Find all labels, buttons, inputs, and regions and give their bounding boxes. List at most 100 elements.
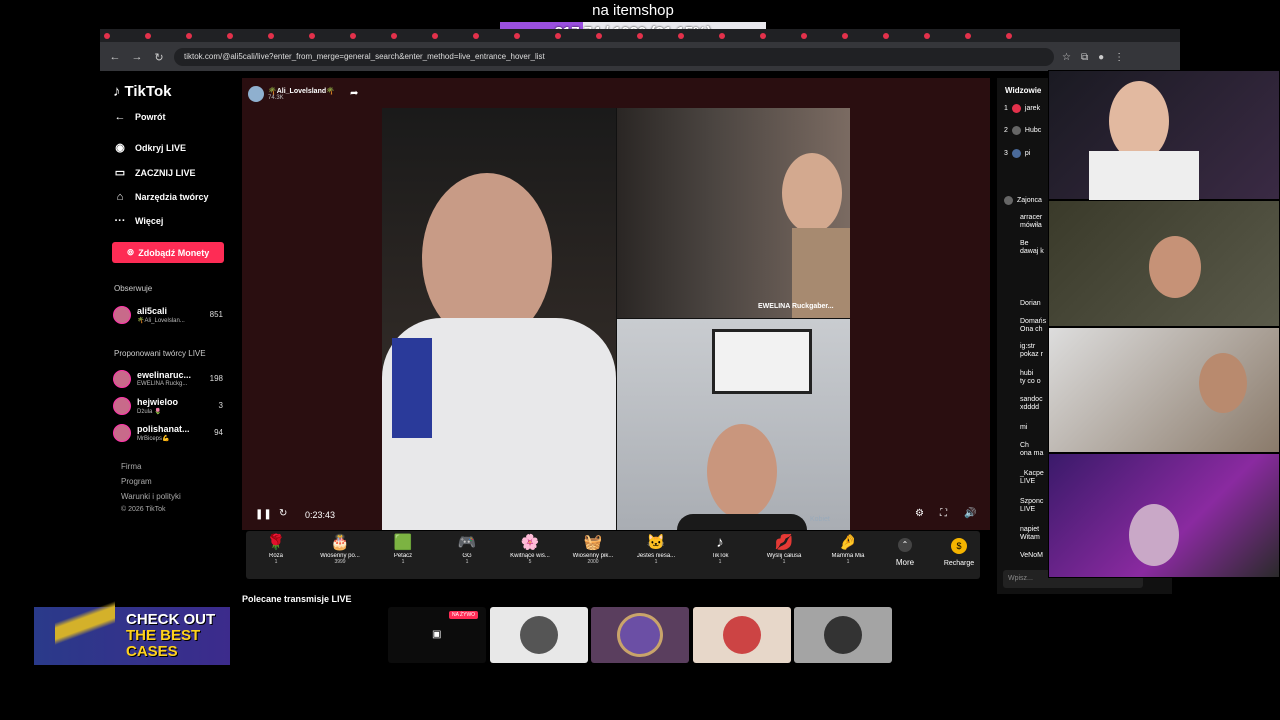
refresh-icon[interactable]: ↻	[279, 508, 287, 519]
settings-gear-icon[interactable]: ⚙	[915, 508, 924, 519]
chat-message: Be dawaj k	[1020, 240, 1044, 255]
browser-tab[interactable]	[227, 31, 265, 40]
volume-icon[interactable]: 🔊	[964, 508, 976, 519]
browser-tab[interactable]	[842, 31, 880, 40]
tiktok-logo[interactable]: ♪ TikTok	[113, 83, 171, 100]
forward-icon[interactable]: →	[130, 51, 144, 63]
rose-icon: 🌹	[266, 534, 286, 551]
suggested-account[interactable]: ewelinaruc... EWELINA Ruckg... 198	[113, 370, 223, 394]
live-badge: NA ŻYWO	[449, 611, 479, 619]
recharge-button[interactable]: $ Recharge	[937, 538, 981, 567]
browser-tab[interactable]	[883, 31, 921, 40]
chat-message: napiet Witam	[1020, 526, 1040, 541]
browser-tab[interactable]	[104, 31, 142, 40]
host-name[interactable]: 🌴Ali_Lovelsland🌴	[268, 87, 335, 95]
share-icon[interactable]: ➦	[350, 88, 358, 99]
tab-favicon-icon	[514, 32, 520, 39]
knife-icon	[55, 578, 115, 668]
avatar	[113, 424, 131, 442]
browser-tab[interactable]	[801, 31, 839, 40]
browser-tab[interactable]	[760, 31, 798, 40]
pause-icon[interactable]: ❚❚	[255, 509, 272, 520]
browser-tab[interactable]	[555, 31, 593, 40]
reload-icon[interactable]: ↻	[152, 51, 166, 64]
nav-discover-live[interactable]: ◉ Odkryj LIVE	[113, 141, 186, 154]
viewer-row[interactable]: 2 Hubc	[1004, 126, 1041, 135]
more-gifts-button[interactable]: ⌃ More	[893, 538, 917, 567]
browser-tab[interactable]	[350, 31, 388, 40]
host-avatar[interactable]	[248, 86, 264, 102]
nav-creator-tools[interactable]: ⌂ Narzędzia twórcy	[113, 191, 209, 203]
blossom-icon: 🌸	[520, 534, 540, 551]
suggested-account[interactable]: hejwieloo Dżula 🌷 3	[113, 397, 223, 421]
nav-back[interactable]: ← Powrót	[113, 111, 166, 123]
footer-link[interactable]: Program	[121, 477, 152, 486]
browser-tab[interactable]	[719, 31, 757, 40]
browser-tab[interactable]	[391, 31, 429, 40]
browser-tab[interactable]	[637, 31, 675, 40]
browser-tab[interactable]	[678, 31, 716, 40]
nav-more[interactable]: ··· Więcej	[113, 215, 164, 227]
viewer-row[interactable]: 3 pi	[1004, 149, 1030, 158]
nav-start-live[interactable]: ▭ ZACZNIJ LIVE	[113, 166, 196, 179]
avatar	[1011, 149, 1021, 158]
browser-tab[interactable]	[514, 31, 552, 40]
suggested-title: Proponowani twórcy LIVE	[114, 349, 206, 358]
back-icon[interactable]: ←	[108, 51, 122, 63]
host-bar[interactable]: 🌴Ali_Lovelsland🌴 74.3K	[248, 84, 335, 104]
chat-message: hubi ty co o	[1020, 370, 1041, 385]
browser-tab[interactable]	[473, 31, 511, 40]
profile-icon[interactable]: ●	[1098, 52, 1104, 63]
browser-tab[interactable]	[145, 31, 183, 40]
tab-favicon-icon	[760, 32, 766, 39]
gift-item[interactable]: ♪ TikTok 1	[690, 533, 750, 565]
recommended-thumb[interactable]	[693, 607, 791, 663]
viewer-row[interactable]: 1 jarek	[1004, 104, 1040, 113]
gift-item[interactable]: 🟩 Petacz 1	[373, 533, 433, 565]
gift-item[interactable]: 💋 Wyślij całusa 1	[754, 533, 814, 565]
goal-title: na itemshop	[592, 2, 674, 19]
tab-favicon-icon	[801, 32, 807, 39]
bookmark-star-icon[interactable]: ☆	[1062, 52, 1071, 63]
footer-link[interactable]: Firma	[121, 462, 141, 471]
tab-favicon-icon	[391, 32, 397, 39]
avatar	[1004, 196, 1013, 205]
guest-top-label: EWELINA Ruckgaber...	[758, 303, 834, 310]
following-account[interactable]: ali5cali 🌴Ali_Lovelslan... 851	[113, 306, 223, 330]
browser-tab[interactable]	[186, 31, 224, 40]
url-field[interactable]: tiktok.com/@ali5cali/live?enter_from_mer…	[174, 48, 1054, 66]
home-icon: ⌂	[116, 191, 124, 203]
browser-tab[interactable]	[596, 31, 634, 40]
recommended-thumb[interactable]	[591, 607, 689, 663]
browser-tab[interactable]	[965, 31, 1003, 40]
footer-link[interactable]: Warunki i polityki	[121, 492, 181, 501]
gift-item[interactable]: 🎮 GG 1	[437, 533, 497, 565]
chat-message: _Kacpe LIVE	[1020, 470, 1044, 485]
gift-item[interactable]: 🧺 Wiosenny pik... 2000	[563, 533, 623, 565]
chat-message: sandoc xdddd	[1020, 396, 1043, 411]
recommended-thumb[interactable]	[794, 607, 892, 663]
browser-tab[interactable]	[268, 31, 306, 40]
browser-tab[interactable]	[924, 31, 962, 40]
browser-tab[interactable]	[1006, 31, 1044, 40]
browser-tab[interactable]	[309, 31, 347, 40]
get-coins-button[interactable]: ⊚ Zdobądź Monety	[112, 242, 224, 263]
recommended-thumb[interactable]	[490, 607, 588, 663]
browser-tab[interactable]	[432, 31, 470, 40]
chat-message: Ch ona ma	[1020, 442, 1044, 457]
menu-dots-icon[interactable]: ⋮	[1114, 52, 1124, 63]
stream-time: 0:23:43	[305, 510, 336, 520]
fullscreen-icon[interactable]: ⛶	[940, 508, 947, 519]
chat-message: Zajonca	[1004, 196, 1042, 205]
gift-item[interactable]: 🐱 Jesteś niesa... 1	[626, 533, 686, 565]
webcam-4	[1048, 453, 1280, 578]
gift-item[interactable]: 🌹 Róża 1	[246, 533, 306, 565]
avatar	[113, 397, 131, 415]
gift-item[interactable]: 🌸 Kwitnące wiś... 5	[500, 533, 560, 565]
suggested-account[interactable]: polishanat... MrBiceps💪 94	[113, 424, 223, 448]
extensions-icon[interactable]: ⧉	[1081, 52, 1088, 63]
tab-favicon-icon	[555, 32, 561, 39]
gift-item[interactable]: 🎂 Wiosenny po... 3999	[310, 533, 370, 565]
tab-favicon-icon	[473, 32, 479, 39]
gift-item[interactable]: 🤌 Mamma Mia 1	[818, 533, 878, 565]
